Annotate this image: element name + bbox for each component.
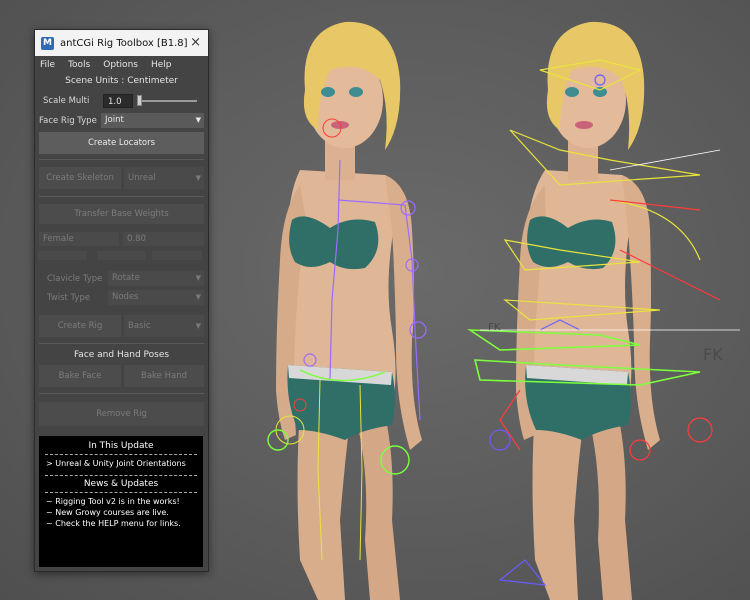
divider xyxy=(39,343,204,344)
bake-hand-button[interactable]: Bake Hand xyxy=(124,365,204,387)
right-character xyxy=(467,21,740,600)
dropdown-arrow-icon: ▼ xyxy=(195,274,201,282)
menu-options[interactable]: Options xyxy=(103,60,138,70)
rig-style-dropdown[interactable]: Basic ▼ xyxy=(124,315,204,337)
dropdown-arrow-icon: ▼ xyxy=(195,322,201,330)
update-line: > Unreal & Unity Joint Orientations xyxy=(46,459,186,468)
update-heading: In This Update xyxy=(88,441,154,451)
scene-units-label: Scene Units : Centimeter xyxy=(65,76,178,86)
twist-type-label: Twist Type xyxy=(47,293,91,303)
divider xyxy=(39,159,204,160)
clavicle-type-dropdown[interactable]: Rotate ▼ xyxy=(108,271,204,286)
weight-value-field[interactable]: 0.80 xyxy=(123,232,204,246)
menu-help[interactable]: Help xyxy=(151,60,172,70)
skeleton-target-value: Unreal xyxy=(128,173,156,183)
remove-rig-button[interactable]: Remove Rig xyxy=(39,402,204,426)
weight-slot-3[interactable] xyxy=(152,251,202,260)
clavicle-type-label: Clavicle Type xyxy=(47,274,103,284)
weight-slot-2[interactable] xyxy=(97,251,145,260)
info-panel: In This Update > Unreal & Unity Joint Or… xyxy=(39,436,203,567)
window-title: antCGi Rig Toolbox [B1.8] xyxy=(60,37,188,49)
dropdown-arrow-icon: ▼ xyxy=(195,174,201,182)
maya-app-icon: M xyxy=(41,36,54,50)
menu-tools[interactable]: Tools xyxy=(68,60,90,70)
dropdown-arrow-icon: ▼ xyxy=(195,116,201,124)
news-item: ~ New Growy courses are live. xyxy=(46,508,169,517)
face-hand-poses-label: Face and Hand Poses xyxy=(73,350,170,360)
weight-gender-value: Female xyxy=(43,234,74,244)
left-character xyxy=(267,21,427,600)
scale-multi-slider-thumb[interactable] xyxy=(137,95,142,106)
fk-label-right: FK xyxy=(703,345,723,364)
create-locators-button[interactable]: Create Locators xyxy=(39,132,204,154)
news-item: ~ Check the HELP menu for links. xyxy=(46,519,181,528)
create-skeleton-button[interactable]: Create Skeleton xyxy=(39,167,121,189)
divider xyxy=(45,475,197,476)
clavicle-type-value: Rotate xyxy=(112,273,140,283)
menu-file[interactable]: File xyxy=(40,60,55,70)
menu-bar: File Tools Options Help xyxy=(35,56,208,73)
create-rig-button[interactable]: Create Rig xyxy=(39,315,121,337)
title-bar[interactable]: M antCGi Rig Toolbox [B1.8] × xyxy=(35,30,208,56)
rig-style-value: Basic xyxy=(128,321,151,331)
scale-multi-label: Scale Multi xyxy=(43,96,90,106)
dropdown-arrow-icon: ▼ xyxy=(195,293,201,301)
scale-multi-field[interactable]: 1.0 xyxy=(103,94,133,108)
divider xyxy=(45,454,197,455)
transfer-base-weights-button[interactable]: Transfer Base Weights xyxy=(39,204,204,224)
face-rig-type-dropdown[interactable]: Joint ▼ xyxy=(101,113,204,128)
news-item: ~ Rigging Tool v2 is in the works! xyxy=(46,497,180,506)
bake-face-button[interactable]: Bake Face xyxy=(39,365,121,387)
fk-label-left: FK xyxy=(488,322,501,333)
news-heading: News & Updates xyxy=(83,479,159,489)
scale-multi-slider-track[interactable] xyxy=(139,100,197,102)
twist-type-value: Nodes xyxy=(112,292,139,302)
divider xyxy=(45,492,197,493)
weight-slot-1[interactable] xyxy=(39,251,87,260)
divider xyxy=(39,196,204,197)
divider xyxy=(39,393,204,394)
rig-toolbox-window: M antCGi Rig Toolbox [B1.8] × File Tools… xyxy=(34,29,209,572)
weight-value: 0.80 xyxy=(127,234,146,244)
face-rig-type-label: Face Rig Type xyxy=(39,116,97,126)
skeleton-target-dropdown[interactable]: Unreal ▼ xyxy=(124,167,204,189)
weight-gender-field[interactable]: Female xyxy=(39,232,119,246)
face-rig-type-value: Joint xyxy=(105,115,124,125)
twist-type-dropdown[interactable]: Nodes ▼ xyxy=(108,290,204,305)
close-icon[interactable]: × xyxy=(190,35,201,50)
